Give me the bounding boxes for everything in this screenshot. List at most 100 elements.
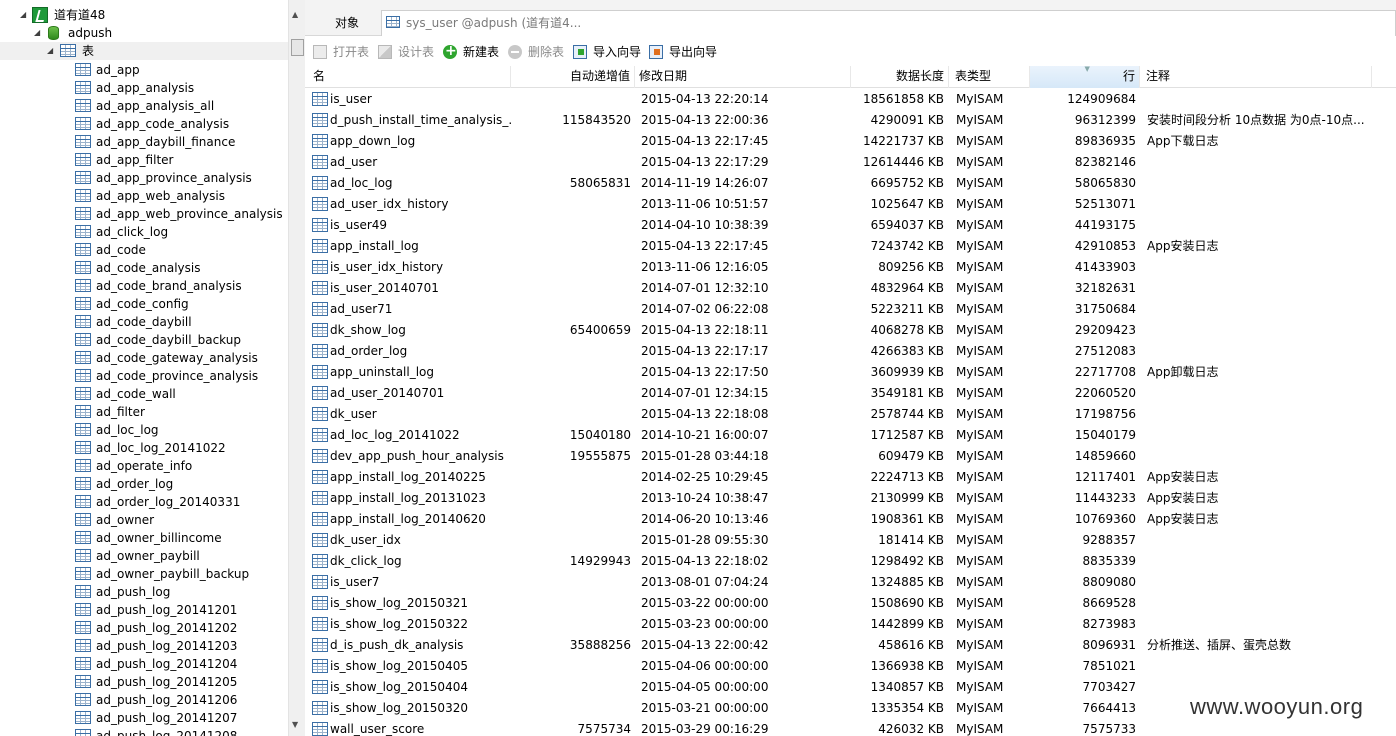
tree-table-item[interactable]: ad_code_province_analysis: [0, 367, 288, 385]
tab-objects[interactable]: 对象: [313, 11, 381, 35]
table-row[interactable]: ad_user_20140701 2014-07-01 12:34:15 35491…: [305, 383, 1396, 404]
table-row[interactable]: d_push_install_time_analysis_... 11584352…: [305, 110, 1396, 131]
cell-date: 2015-04-13 22:17:45: [641, 239, 769, 253]
tree-table-item[interactable]: ad_push_log_20141202: [0, 619, 288, 637]
tree-table-item[interactable]: ad_code_config: [0, 295, 288, 313]
design-table-button[interactable]: 设计表: [378, 42, 434, 62]
table-row[interactable]: dev_app_push_hour_analysis 19555875 2015-0…: [305, 446, 1396, 467]
tree-table-item[interactable]: ad_loc_log: [0, 421, 288, 439]
tree-table-item[interactable]: ad_order_log: [0, 475, 288, 493]
table-row[interactable]: app_install_log_20140225 2014-02-25 10:29…: [305, 467, 1396, 488]
cell-size: 609479 KB: [878, 449, 944, 463]
column-header-auto-increment[interactable]: 自动递增值: [511, 66, 635, 88]
tree-table-item[interactable]: ad_push_log_20141203: [0, 637, 288, 655]
tree-connection[interactable]: ◢ 道有道48: [0, 6, 288, 24]
table-row[interactable]: ad_user71 2014-07-02 06:22:08 5223211 KB My…: [305, 299, 1396, 320]
tree-table-item[interactable]: ad_click_log: [0, 223, 288, 241]
table-row[interactable]: ad_order_log 2015-04-13 22:17:17 4266383 K…: [305, 341, 1396, 362]
tree-table-item[interactable]: ad_code_wall: [0, 385, 288, 403]
scroll-up-icon[interactable]: ▲: [292, 10, 298, 19]
cell-name: dk_click_log: [311, 551, 511, 572]
table-row[interactable]: ad_loc_log 58065831 2014-11-19 14:26:07 669…: [305, 173, 1396, 194]
cell-name-text: dev_app_push_hour_analysis: [330, 449, 504, 463]
delete-table-button[interactable]: 删除表: [508, 42, 564, 62]
import-wizard-button[interactable]: 导入向导: [573, 42, 641, 62]
new-table-button[interactable]: 新建表: [443, 41, 499, 62]
collapse-arrow-icon[interactable]: ◢: [47, 42, 53, 60]
tree-table-item[interactable]: ad_code_analysis: [0, 259, 288, 277]
open-table-button[interactable]: 打开表: [313, 42, 369, 62]
table-row[interactable]: d_is_push_dk_analysis 35888256 2015-04-13 …: [305, 635, 1396, 656]
tree-table-item[interactable]: ad_filter: [0, 403, 288, 421]
column-header-modified[interactable]: 修改日期: [635, 66, 851, 88]
tab-table-sys-user[interactable]: sys_user @adpush (道有道4...: [381, 10, 1396, 36]
table-row[interactable]: ad_user_idx_history 2013-11-06 10:51:57 10…: [305, 194, 1396, 215]
table-row[interactable]: is_user49 2014-04-10 10:38:39 6594037 KB My…: [305, 215, 1396, 236]
tree-table-item[interactable]: ad_order_log_20140331: [0, 493, 288, 511]
table-row[interactable]: app_install_log_20140620 2014-06-20 10:13…: [305, 509, 1396, 530]
tree-table-item[interactable]: ad_operate_info: [0, 457, 288, 475]
tree-database[interactable]: ◢ adpush: [0, 24, 288, 42]
tree-table-item[interactable]: ad_loc_log_20141022: [0, 439, 288, 457]
table-row[interactable]: dk_show_log 65400659 2015-04-13 22:18:11 40…: [305, 320, 1396, 341]
table-row[interactable]: app_down_log 2015-04-13 22:17:45 14221737 …: [305, 131, 1396, 152]
scroll-thumb[interactable]: [291, 39, 304, 56]
column-header-comment[interactable]: 注释: [1142, 66, 1372, 88]
table-row[interactable]: ad_user 2015-04-13 22:17:29 12614446 KB MyI…: [305, 152, 1396, 173]
table-row[interactable]: app_install_log_20131023 2013-10-24 10:38…: [305, 488, 1396, 509]
tree-table-item[interactable]: ad_push_log_20141205: [0, 673, 288, 691]
tree-table-item[interactable]: ad_owner: [0, 511, 288, 529]
scroll-down-icon[interactable]: ▼: [292, 720, 298, 729]
table-row[interactable]: dk_user 2015-04-13 22:18:08 2578744 KB MyIS…: [305, 404, 1396, 425]
tree-table-item[interactable]: ad_code_brand_analysis: [0, 277, 288, 295]
tree-table-item[interactable]: ad_app_filter: [0, 151, 288, 169]
table-row[interactable]: is_user7 2013-08-01 07:04:24 1324885 KB MyI…: [305, 572, 1396, 593]
table-row[interactable]: is_user 2015-04-13 22:20:14 18561858 KB MyI…: [305, 89, 1396, 110]
table-row[interactable]: ad_loc_log_20141022 15040180 2014-10-21 16…: [305, 425, 1396, 446]
tree-table-item[interactable]: ad_app_web_province_analysis: [0, 205, 288, 223]
table-icon: [312, 239, 328, 253]
collapse-arrow-icon[interactable]: ◢: [34, 24, 40, 42]
tree-table-item[interactable]: ad_push_log_20141207: [0, 709, 288, 727]
tree-table-item[interactable]: ad_app_daybill_finance: [0, 133, 288, 151]
tree-table-item[interactable]: ad_app_code_analysis: [0, 115, 288, 133]
export-wizard-button[interactable]: 导出向导: [649, 42, 717, 62]
column-header-data-length[interactable]: 数据长度: [851, 66, 949, 88]
tree-table-item[interactable]: ad_push_log_20141208: [0, 727, 288, 736]
tree-table-item[interactable]: ad_code: [0, 241, 288, 259]
tree-table-item[interactable]: ad_owner_paybill: [0, 547, 288, 565]
table-row[interactable]: is_show_log_20150322 2015-03-23 00:00:00 1…: [305, 614, 1396, 635]
table-list-grid[interactable]: 名 自动递增值 修改日期 数据长度 表类型 ▼ 行 注释 is_user 2015…: [305, 66, 1396, 736]
tree-table-item[interactable]: ad_owner_billincome: [0, 529, 288, 547]
table-row[interactable]: is_show_log_20150405 2015-04-06 00:00:00 1…: [305, 656, 1396, 677]
tree-table-item[interactable]: ad_push_log_20141201: [0, 601, 288, 619]
table-row[interactable]: dk_user_idx 2015-01-28 09:55:30 181414 KB M…: [305, 530, 1396, 551]
tree-table-item[interactable]: ad_code_gateway_analysis: [0, 349, 288, 367]
table-row[interactable]: is_user_idx_history 2013-11-06 12:16:05 80…: [305, 257, 1396, 278]
tree-table-item[interactable]: ad_code_daybill: [0, 313, 288, 331]
column-header-table-type[interactable]: 表类型: [951, 66, 1030, 88]
tree-table-label: ad_code_wall: [96, 387, 176, 401]
object-tree[interactable]: ◢ 道有道48 ◢ adpush ◢ 表 ad_app ad_app_analys…: [0, 0, 288, 736]
tree-table-item[interactable]: ad_code_daybill_backup: [0, 331, 288, 349]
tree-table-item[interactable]: ad_app_analysis: [0, 79, 288, 97]
tree-table-item[interactable]: ad_app: [0, 61, 288, 79]
tree-table-item[interactable]: ad_app_province_analysis: [0, 169, 288, 187]
tree-scrollbar[interactable]: ▲ ▼: [288, 0, 305, 736]
table-row[interactable]: dk_click_log 14929943 2015-04-13 22:18:02 1…: [305, 551, 1396, 572]
collapse-arrow-icon[interactable]: ◢: [20, 6, 26, 24]
tree-table-item[interactable]: ad_push_log: [0, 583, 288, 601]
table-row[interactable]: app_uninstall_log 2015-04-13 22:17:50 3609…: [305, 362, 1396, 383]
tree-table-item[interactable]: ad_app_analysis_all: [0, 97, 288, 115]
tree-tables-group[interactable]: ◢ 表: [0, 42, 288, 60]
table-row[interactable]: is_user_20140701 2014-07-01 12:32:10 48329…: [305, 278, 1396, 299]
column-header-name[interactable]: 名: [309, 66, 511, 88]
tree-table-item[interactable]: ad_app_web_analysis: [0, 187, 288, 205]
table-row[interactable]: wall_user_score 7575734 2015-03-29 00:16:2…: [305, 719, 1396, 736]
table-row[interactable]: app_install_log 2015-04-13 22:17:45 724374…: [305, 236, 1396, 257]
tree-table-item[interactable]: ad_push_log_20141204: [0, 655, 288, 673]
tree-table-item[interactable]: ad_owner_paybill_backup: [0, 565, 288, 583]
tree-table-item[interactable]: ad_push_log_20141206: [0, 691, 288, 709]
table-row[interactable]: is_show_log_20150321 2015-03-22 00:00:00 1…: [305, 593, 1396, 614]
column-header-rows[interactable]: ▼ 行: [1030, 66, 1140, 88]
